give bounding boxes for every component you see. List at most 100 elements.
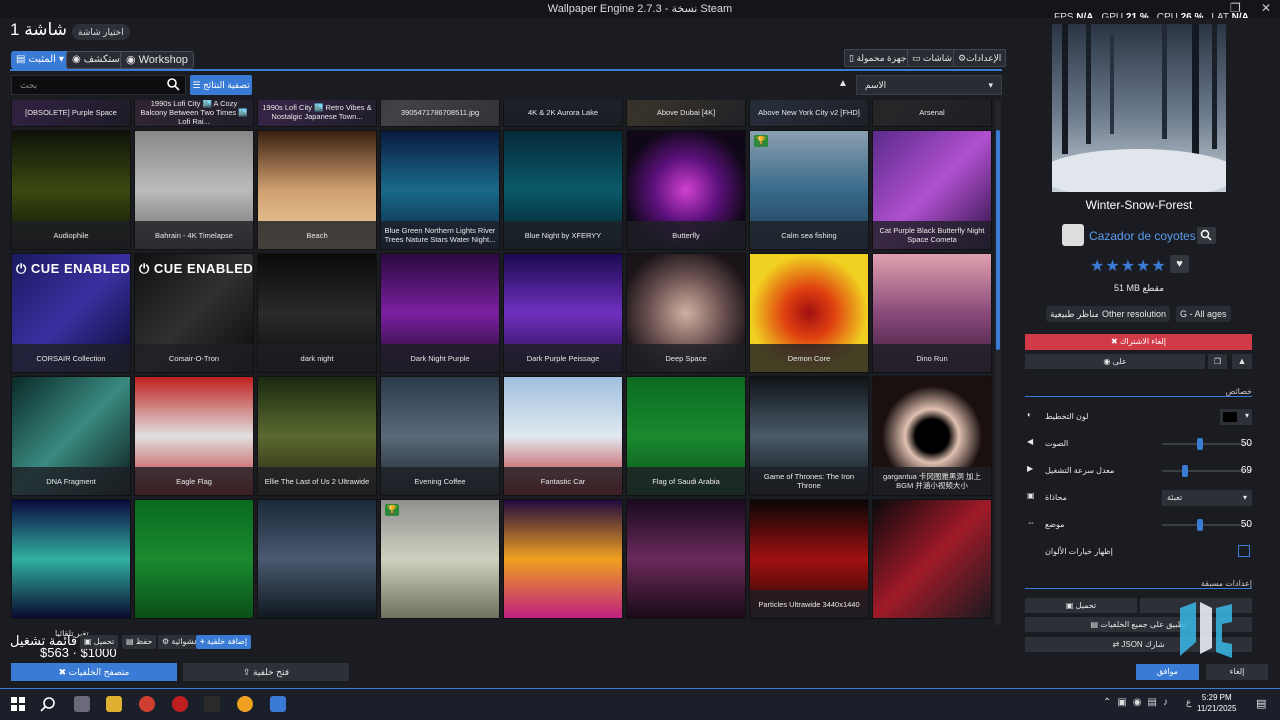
task-view-icon[interactable] [74,696,90,712]
cancel-button[interactable]: إلغاء [1206,664,1268,680]
wallpaper-tile[interactable]: 🏆 [380,499,500,619]
wallpaper-tile[interactable]: Evening Coffee [380,376,500,496]
wallpaper-tile[interactable]: Fantastic Car [503,376,623,496]
wallpaper-tile[interactable]: Game of Thrones: The Iron Throne [749,376,869,496]
slider-thumb[interactable] [1197,519,1203,531]
settings-button[interactable]: ⚙الإعدادات [953,49,1007,67]
add-wallpaper-button[interactable]: + إضافة خلفية [196,635,252,649]
portable-devices-button[interactable]: ▯ أجهزة محمولة [844,49,914,67]
wallpaper-tile[interactable]: FHDAbove New York City v2 [FHD] [749,100,869,127]
heart-icon[interactable]: ♥ [1170,255,1189,273]
wallpaper-tile[interactable]: Dino Run [872,253,992,373]
wallpaper-tile[interactable]: Blue Green Northern Lights River Trees N… [380,130,500,250]
wallpaper-tile[interactable]: 3905471786708511.jpg [380,100,500,127]
open-wallpaper-button[interactable]: ⇪ فتح خلفية [183,663,349,681]
tag-rating[interactable]: G - All ages [1176,306,1231,322]
file-explorer-icon[interactable] [106,696,122,712]
wallpaper-tile[interactable]: 1990s Lofi City 🏙️ A Cozy Balcony Betwee… [134,100,254,127]
wallpaper-title: Above Dubai [4K] [627,100,745,126]
scrollbar-thumb[interactable] [996,130,1000,350]
notification-icon[interactable]: ▤ [1256,697,1266,710]
ok-button[interactable]: موافق [1136,664,1199,680]
search-input[interactable]: بحث [11,75,186,95]
search-icon[interactable] [166,77,180,91]
steam-icon: ◉ [1103,357,1111,366]
sort-direction-icon[interactable]: ▲ [838,78,848,89]
wallpaper-tile[interactable]: gargantua 卡冈图雅黑洞 加上BGM 并涵小视频大小 [872,376,992,496]
property-slider[interactable] [1162,438,1252,450]
slider-thumb[interactable] [1181,465,1188,477]
wallpaper-tile[interactable]: Deep Space [626,253,746,373]
warning-icon[interactable]: ▲ [1232,354,1252,369]
search-icon[interactable] [1197,227,1216,244]
color-picker[interactable]: ▾ [1220,409,1252,425]
wallpaper-tile[interactable]: 4KAbove Dubai [4K] [626,100,746,127]
wallpaper-tile[interactable] [134,499,254,619]
wallpaper-tile[interactable]: Cat Purple Black Butterfly Night Space C… [872,130,992,250]
alignment-select[interactable]: تعبئة ▾ [1162,490,1252,506]
app-icon[interactable] [172,696,188,712]
wallpaper-tile[interactable]: Blue Night by XFERYY [503,130,623,250]
wallpaper-tile[interactable]: 1990s Lofi City 🏙️ Retro Vibes & Nostalg… [257,100,377,127]
wallpaper-title: Eagle Flag [135,467,253,495]
wallpaper-tile[interactable]: Dark Night Purple [380,253,500,373]
wallpaper-tile[interactable]: Dark Purple Peissage [503,253,623,373]
slider-thumb[interactable] [1197,438,1203,450]
wallpaper-tile[interactable] [872,499,992,619]
wallpaper-tile[interactable]: ⏻ CUE ENABLED CORSAIR Collection [11,253,131,373]
wallpaper-tile[interactable]: Audiophile [11,130,131,250]
on-button[interactable]: ◉ على [1025,354,1205,369]
wallpaper-tile[interactable]: Bahrain - 4K Timelapse [134,130,254,250]
wallpaper-tile[interactable]: 🏆 Calm sea fishing [749,130,869,250]
tag-nature[interactable]: مناظر طبيعية [1046,306,1104,322]
property-slider[interactable] [1162,465,1252,477]
wallpaper-tile[interactable]: Flag of Saudi Arabia [626,376,746,496]
windows-start-icon[interactable] [11,697,25,711]
load-preset-button[interactable]: ▣ تحميل [1025,598,1137,613]
search-icon[interactable] [40,696,56,712]
load-playlist-button[interactable]: ▣ تحميل [80,635,119,649]
wallpaper-title: Dino Run [873,344,991,372]
wallpaper-tile[interactable]: Particles Ultrawide 3440x1440 [749,499,869,619]
chrome-canary-icon[interactable] [237,696,253,712]
wallpaper-tile[interactable] [11,499,131,619]
save-playlist-button[interactable]: ▤ حفظ [122,635,157,649]
wallpaper-tile[interactable]: Butterfly [626,130,746,250]
wallpaper-engine-icon[interactable] [270,696,286,712]
sort-select[interactable]: الاسم ▾ [856,75,1002,95]
wallpaper-tile[interactable]: 4K & 2K Aurora Lake [503,100,623,127]
wallpaper-tile[interactable] [257,499,377,619]
wallpaper-browser-button[interactable]: ✖ متصفح الخلفيات [11,663,177,681]
wallpaper-tile[interactable]: Arsenal [872,100,992,127]
author-link[interactable]: Cazador de coyotes [1089,229,1196,243]
wallpaper-tile[interactable]: [OBSOLETE] Purple Space [11,100,131,127]
screens-button[interactable]: ▭ شاشات [907,49,958,67]
tab-installed[interactable]: ▤ المثبت ▾ [11,51,69,69]
language-indicator[interactable]: ع [1186,697,1191,708]
chrome-icon[interactable] [139,696,155,712]
tag-resolution[interactable]: Other resolution [1098,306,1171,322]
wallpaper-tile[interactable] [626,499,746,619]
wallpaper-tile[interactable]: ⏻ CUE ENABLED Corsair-O-Tron [134,253,254,373]
color-options-checkbox[interactable] [1238,545,1250,557]
close-icon[interactable]: ✕ [1261,1,1271,15]
author-avatar[interactable] [1062,224,1084,246]
wallpaper-tile[interactable]: DNA Fragment [11,376,131,496]
wallpaper-tile[interactable]: Beach [257,130,377,250]
property-slider[interactable] [1162,519,1252,531]
wallpaper-tile[interactable]: Eagle Flag [134,376,254,496]
copy-icon[interactable]: ❐ [1208,354,1227,369]
tab-workshop[interactable]: ◉ Workshop [120,51,194,69]
app-icon[interactable] [204,696,220,712]
system-tray-icons[interactable]: ⌃▣◉▤♪ [1103,697,1174,708]
property-row: إظهار خيارات الألوان [1025,544,1252,560]
wallpaper-tile[interactable] [503,499,623,619]
unsubscribe-button[interactable]: ✖ إلغاء الاشتراك [1025,334,1252,350]
filter-results-button[interactable]: ☰ تصفية النتائج [190,75,252,95]
wallpaper-tile[interactable]: Demon Core [749,253,869,373]
property-row: ◐ لون التخطيط ▾ [1025,409,1252,425]
change-screen-button[interactable]: اختيار شاشة [72,24,130,40]
clock[interactable]: 5:29 PM 11/21/2025 [1197,692,1236,714]
wallpaper-tile[interactable]: Ellie The Last of Us 2 Ultrawide [257,376,377,496]
wallpaper-tile[interactable]: dark night [257,253,377,373]
